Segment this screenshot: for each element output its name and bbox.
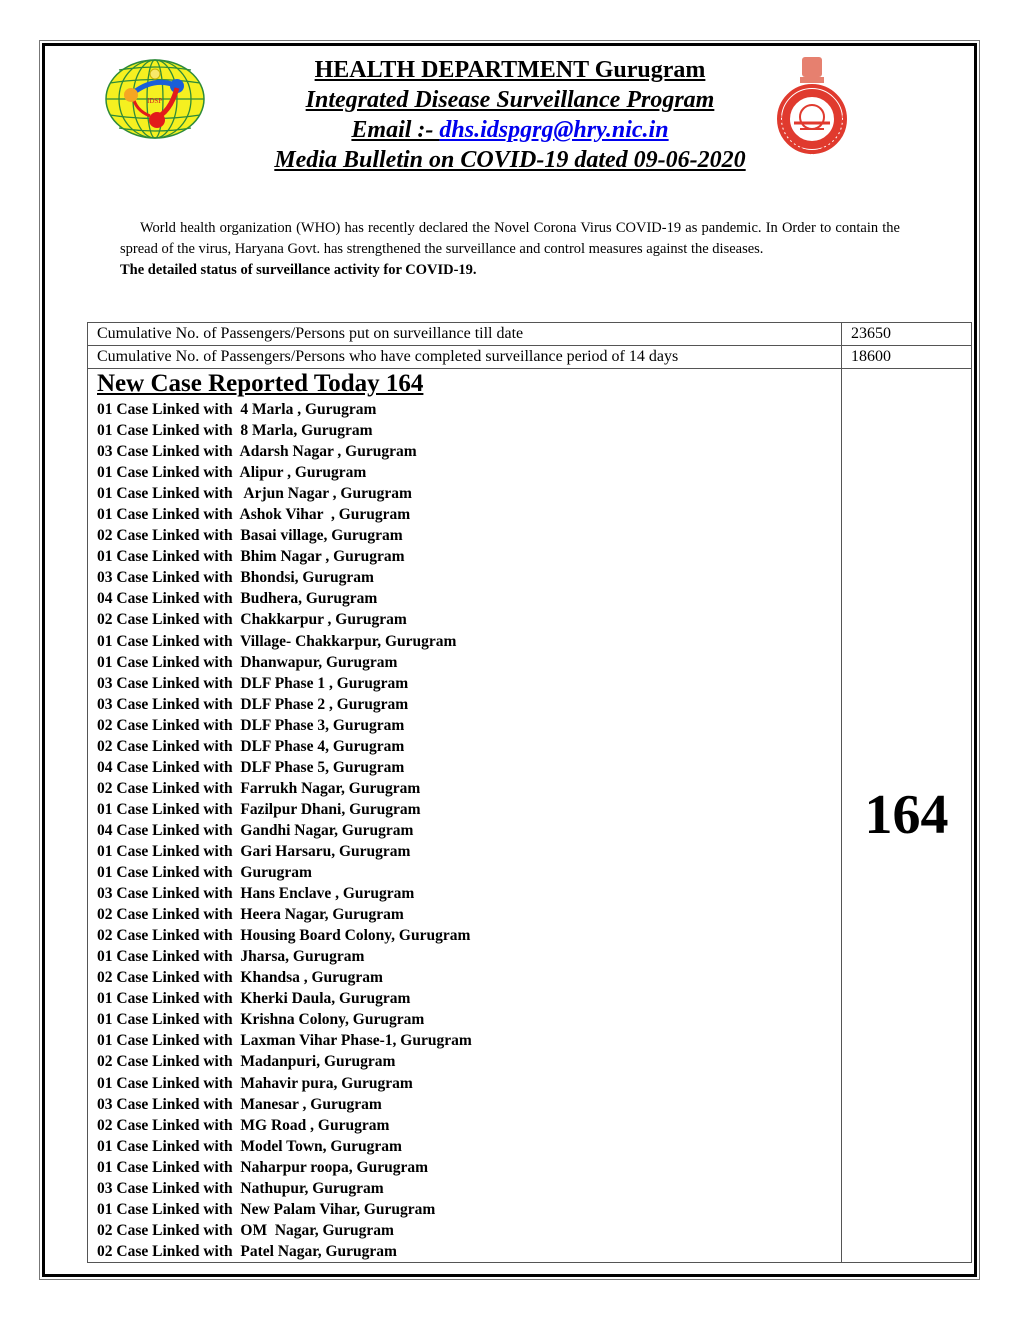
- email-line: Email :- dhs.idspgrg@hry.nic.in: [200, 115, 820, 145]
- list-item: 03 Case Linked with Adarsh Nagar , Gurug…: [97, 443, 417, 461]
- new-cases-row: New Case Reported Today 164 01 Case Link…: [87, 368, 972, 1263]
- list-item: 01 Case Linked with Alipur , Gurugram: [97, 464, 367, 482]
- list-item: 02 Case Linked with MG Road , Gurugram: [97, 1116, 390, 1134]
- program-title: Integrated Disease Surveillance Program: [305, 87, 715, 113]
- bulletin-header: HEALTH DEPARTMENT Gurugram Integrated Di…: [200, 55, 820, 175]
- list-item: 01 Case Linked with 4 Marla , Gurugram: [97, 401, 377, 418]
- list-item: 01 Case Linked with Ashok Vihar , Gurugr…: [97, 506, 411, 524]
- new-cases-heading: New Case Reported Today 164: [97, 370, 424, 397]
- surveillance-table: Cumulative No. of Passengers/Persons put…: [87, 322, 972, 1263]
- list-item: 01 Case Linked with Jharsa, Gurugram: [97, 948, 365, 966]
- list-item: 02 Case Linked with Madanpuri, Gurugram: [97, 1053, 396, 1071]
- total-cases-cell: 164: [841, 368, 972, 1263]
- list-item: 03 Case Linked with Bhondsi, Gurugram: [97, 569, 374, 587]
- email-label: Email :-: [351, 117, 440, 143]
- new-cases-cell: New Case Reported Today 164 01 Case Link…: [87, 368, 842, 1263]
- list-item: 01 Case Linked with Mahavir pura, Gurugr…: [97, 1074, 413, 1092]
- total-cases-value: 164: [864, 784, 949, 847]
- list-item: 04 Case Linked with DLF Phase 5, Gurugra…: [97, 758, 405, 776]
- stat-label: Cumulative No. of Passengers/Persons who…: [87, 345, 842, 369]
- department-title: HEALTH DEPARTMENT Gurugram: [314, 57, 706, 83]
- list-item: 03 Case Linked with DLF Phase 1 , Gurugr…: [97, 674, 409, 692]
- list-item: 02 Case Linked with Basai village, Gurug…: [97, 527, 403, 545]
- idsp-globe-icon: IDSP: [105, 59, 205, 139]
- list-item: 03 Case Linked with Hans Enclave , Gurug…: [97, 885, 415, 903]
- list-item: 02 Case Linked with DLF Phase 4, Gurugra…: [97, 737, 405, 755]
- intro-paragraph: World health organization (WHO) has rece…: [120, 220, 900, 257]
- list-item: 01 Case Linked with Gurugram: [97, 864, 312, 882]
- list-item: 01 Case Linked with Bhim Nagar , Gurugra…: [97, 548, 405, 566]
- list-item: 01 Case Linked with Model Town, Gurugram: [97, 1137, 402, 1155]
- email-link[interactable]: dhs.idspgrg@hry.nic.in: [439, 117, 668, 143]
- list-item: 02 Case Linked with DLF Phase 3, Gurugra…: [97, 716, 405, 734]
- list-item: 01 Case Linked with New Palam Vihar, Gur…: [97, 1200, 436, 1218]
- list-item: 01 Case Linked with 8 Marla, Gurugram: [97, 422, 373, 440]
- idsp-logo: IDSP: [105, 58, 205, 140]
- stat-value: 18600: [841, 345, 972, 369]
- list-item: 02 Case Linked with Housing Board Colony…: [97, 927, 471, 945]
- list-item: 02 Case Linked with Patel Nagar, Gurugra…: [97, 1242, 397, 1260]
- list-item: 01 Case Linked with Dhanwapur, Gurugram: [97, 653, 398, 671]
- status-heading: The detailed status of surveillance acti…: [120, 262, 477, 278]
- list-item: 02 Case Linked with Heera Nagar, Gurugra…: [97, 906, 404, 924]
- stat-value: 23650: [841, 322, 972, 346]
- list-item: 02 Case Linked with OM Nagar, Gurugram: [97, 1221, 394, 1239]
- list-item: 01 Case Linked with Laxman Vihar Phase-1…: [97, 1032, 472, 1050]
- list-item: 01 Case Linked with Naharpur roopa, Guru…: [97, 1158, 428, 1176]
- list-item: 03 Case Linked with Nathupur, Gurugram: [97, 1179, 384, 1197]
- list-item: 03 Case Linked with DLF Phase 2 , Gurugr…: [97, 695, 409, 713]
- bulletin-title: Media Bulletin on COVID-19 dated 09-06-2…: [274, 147, 746, 173]
- list-item: 01 Case Linked with Village- Chakkarpur,…: [97, 632, 457, 650]
- list-item: 02 Case Linked with Khandsa , Gurugram: [97, 969, 383, 987]
- list-item: 01 Case Linked with Fazilpur Dhani, Guru…: [97, 800, 421, 818]
- list-item: 01 Case Linked with Kherki Daula, Gurugr…: [97, 990, 411, 1008]
- list-item: 01 Case Linked with Gari Harsaru, Gurugr…: [97, 842, 411, 860]
- list-item: 01 Case Linked with Arjun Nagar , Gurugr…: [97, 485, 412, 503]
- intro-section: World health organization (WHO) has rece…: [120, 218, 900, 281]
- list-item: 04 Case Linked with Gandhi Nagar, Gurugr…: [97, 821, 414, 839]
- stat-label: Cumulative No. of Passengers/Persons put…: [87, 322, 842, 346]
- list-item: 01 Case Linked with Krishna Colony, Guru…: [97, 1011, 425, 1029]
- list-item: 02 Case Linked with Farrukh Nagar, Gurug…: [97, 779, 421, 797]
- list-item: 02 Case Linked with Chakkarpur , Gurugra…: [97, 611, 407, 629]
- table-row: Cumulative No. of Passengers/Persons put…: [87, 322, 972, 346]
- case-list: 01 Case Linked with 4 Marla , Gurugram 01…: [97, 399, 841, 1262]
- list-item: 03 Case Linked with Manesar , Gurugram: [97, 1095, 382, 1113]
- table-row: Cumulative No. of Passengers/Persons who…: [87, 345, 972, 369]
- idsp-logo-text: IDSP: [147, 97, 162, 105]
- list-item: 04 Case Linked with Budhera, Gurugram: [97, 590, 378, 608]
